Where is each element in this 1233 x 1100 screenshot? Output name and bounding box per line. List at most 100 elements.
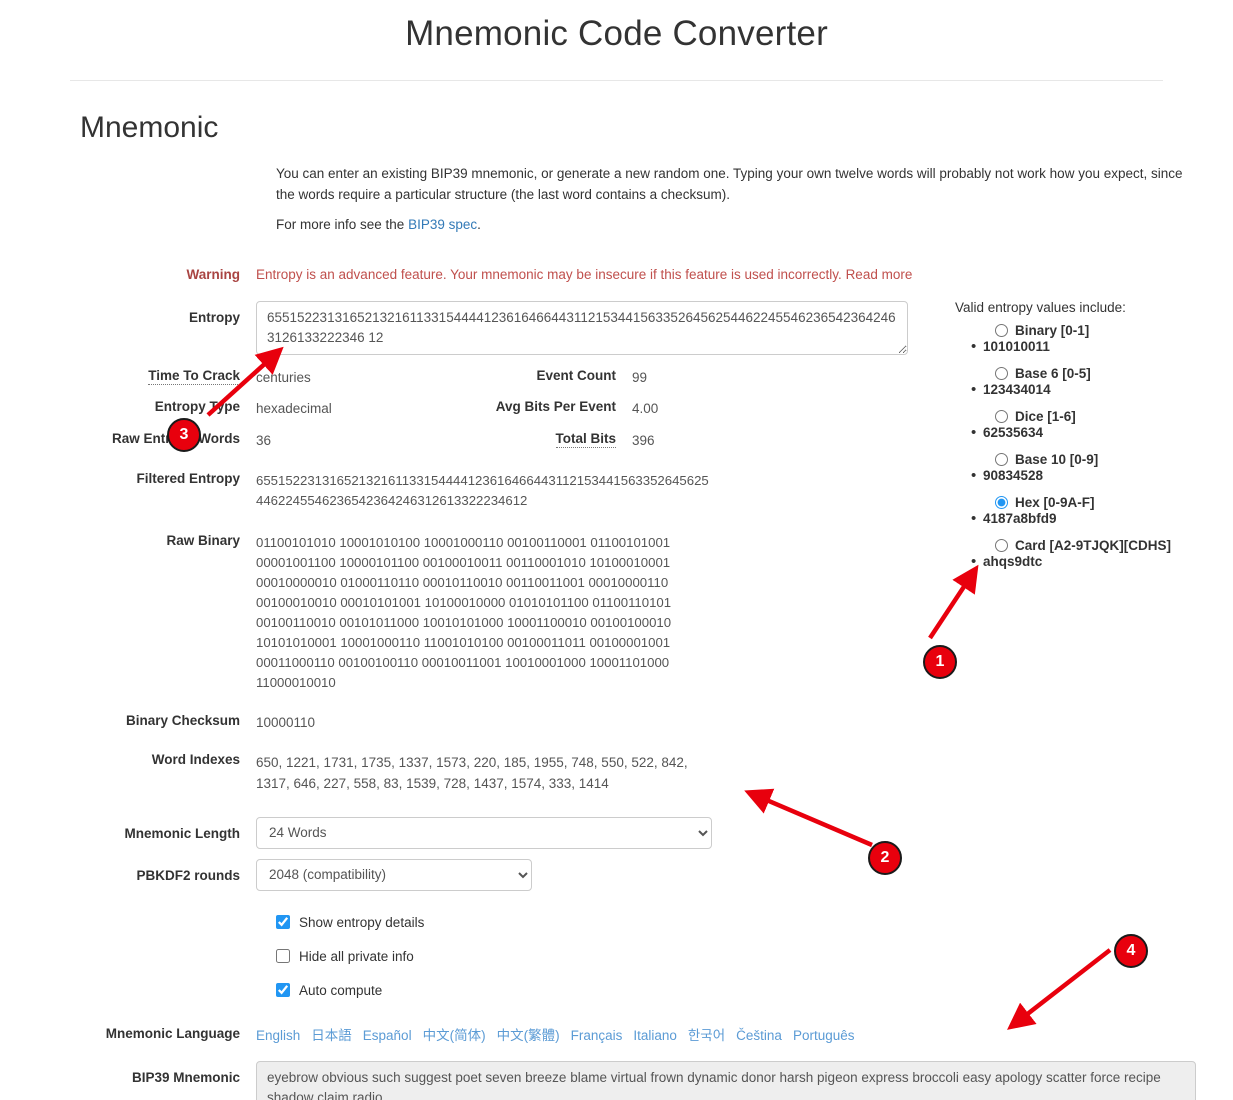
show-entropy-details-checkbox[interactable] <box>276 915 290 930</box>
entropy-format-example-row: • 62535634 <box>955 425 1230 440</box>
language-link-Português[interactable]: Português <box>793 1028 855 1043</box>
entropy-format-label-1: Base 6 [0-5] <box>1015 366 1091 381</box>
warning-label: Warning <box>186 266 241 282</box>
binary-checksum-row: Binary Checksum 10000110 <box>0 713 1233 733</box>
entropy-format-radio-4[interactable] <box>995 496 1008 509</box>
warning-row: Warning Entropy is an advanced feature. … <box>0 258 1233 285</box>
word-indexes-label: Word Indexes <box>151 751 240 767</box>
options-checkbox-group: Show entropy details Hide all private inf… <box>0 915 1233 998</box>
language-link-Italiano[interactable]: Italiano <box>633 1028 677 1043</box>
checkbox-row-show-entropy-details[interactable]: Show entropy details <box>0 915 1233 930</box>
bullet-icon: • <box>971 467 977 484</box>
entropy-format-radio-0[interactable] <box>995 324 1008 337</box>
word-indexes-value: 650, 1221, 1731, 1735, 1337, 1573, 220, … <box>256 754 688 792</box>
language-link-English[interactable]: English <box>256 1028 300 1043</box>
bullet-icon: • <box>971 553 977 570</box>
bullet-icon: • <box>971 338 977 355</box>
entropy-format-radio-2[interactable] <box>995 410 1008 423</box>
time-to-crack-label: Time To Crack <box>0 368 256 388</box>
entropy-input[interactable] <box>256 301 908 356</box>
entropy-format-example-5: ahqs9dtc <box>983 554 1043 569</box>
language-link-한국어[interactable]: 한국어 <box>688 1028 725 1043</box>
entropy-format-label-5: Card [A2-9TJQK][CDHS] <box>1015 538 1172 553</box>
entropy-format-option-5[interactable]: Card [A2-9TJQK][CDHS] <box>955 538 1230 553</box>
entropy-format-example-1: 123434014 <box>983 382 1051 397</box>
checkbox-row-auto-compute[interactable]: Auto compute <box>0 983 1233 998</box>
entropy-format-radio-3[interactable] <box>995 453 1008 466</box>
pbkdf2-rounds-select[interactable]: 2048 (compatibility) <box>256 858 532 891</box>
entropy-type-value: hexadecimal <box>256 401 332 417</box>
mnemonic-language-label: Mnemonic Language <box>105 1025 240 1041</box>
language-link-Français[interactable]: Français <box>571 1028 623 1043</box>
entropy-format-radio-1[interactable] <box>995 367 1008 380</box>
auto-compute-label: Auto compute <box>299 982 383 998</box>
raw-binary-line: 10101010001 10001000110 11001010100 0010… <box>256 635 671 651</box>
entropy-format-radio-5[interactable] <box>995 539 1008 552</box>
checkbox-row-hide-all-private-info[interactable]: Hide all private info <box>0 949 1233 964</box>
bip39-mnemonic-input[interactable] <box>256 1060 1196 1100</box>
entropy-format-example-row: • 101010011 <box>955 339 1230 354</box>
show-entropy-details-label: Show entropy details <box>299 914 425 930</box>
intro-block: You can enter an existing BIP39 mnemonic… <box>0 164 1215 236</box>
entropy-input-wrap <box>256 301 908 360</box>
entropy-format-example-row: • 90834528 <box>955 468 1230 483</box>
bip39-spec-link[interactable]: BIP39 spec <box>408 217 477 232</box>
entropy-format-group: Binary [0-1] • 101010011 <box>955 323 1230 354</box>
more-info-prefix: For more info see the <box>276 216 409 232</box>
entropy-format-option-2[interactable]: Dice [1-6] <box>955 409 1230 424</box>
language-link-Čeština[interactable]: Čeština <box>736 1028 782 1043</box>
event-count-value: 99 <box>632 370 648 386</box>
entropy-format-group: Dice [1-6] • 62535634 <box>955 409 1230 440</box>
entropy-format-option-1[interactable]: Base 6 [0-5] <box>955 366 1230 381</box>
entropy-format-option-3[interactable]: Base 10 [0-9] <box>955 452 1230 467</box>
mnemonic-length-label: Mnemonic Length <box>124 825 241 841</box>
raw-binary-label: Raw Binary <box>166 532 240 548</box>
language-link-Español[interactable]: Español <box>363 1028 412 1043</box>
warning-read-more-link[interactable]: Read more <box>846 267 913 282</box>
raw-binary-line: 00011000110 00100100110 00010011001 1001… <box>256 655 670 671</box>
language-link-中文(繁體)[interactable]: 中文(繁體) <box>497 1028 560 1043</box>
entropy-label: Entropy <box>188 310 240 326</box>
avg-bits-per-event-label: Avg Bits Per Event <box>495 399 616 415</box>
valid-entropy-panel: Valid entropy values include: Binary [0-… <box>955 300 1230 581</box>
bip39-mnemonic-label: BIP39 Mnemonic <box>131 1069 240 1085</box>
time-to-crack-label-text: Time To Crack <box>148 368 240 386</box>
more-info-line: For more info see the BIP39 spec. <box>276 215 1185 236</box>
entropy-format-example-row: • 4187a8bfd9 <box>955 511 1230 526</box>
mnemonic-length-select[interactable]: 3 Words6 Words9 Words12 Words15 Words18 … <box>256 816 712 849</box>
raw-binary-line: 00001001100 10000101100 00100010011 0011… <box>256 554 671 570</box>
entropy-format-options: Binary [0-1] • 101010011 Base 6 [0-5] • 12343… <box>955 323 1230 569</box>
page-root: Mnemonic Code Converter Mnemonic You can… <box>0 0 1233 1100</box>
hide-all-private-info-label: Hide all private info <box>299 948 414 964</box>
event-count-label: Event Count <box>536 368 617 384</box>
bullet-icon: • <box>971 424 977 441</box>
pbkdf2-row: PBKDF2 rounds 2048 (compatibility) <box>0 858 1233 891</box>
entropy-format-label-2: Dice [1-6] <box>1015 409 1076 424</box>
entropy-format-group: Card [A2-9TJQK][CDHS] • ahqs9dtc <box>955 538 1230 569</box>
entropy-format-option-0[interactable]: Binary [0-1] <box>955 323 1230 338</box>
mnemonic-language-links: English 日本語 Español 中文(简体) 中文(繁體) Français Ita… <box>256 1017 865 1045</box>
language-link-日本語[interactable]: 日本語 <box>311 1028 352 1043</box>
entropy-format-group: Base 6 [0-5] • 123434014 <box>955 366 1230 397</box>
entropy-format-option-4[interactable]: Hex [0-9A-F] <box>955 495 1230 510</box>
warning-text: Entropy is an advanced feature. Your mne… <box>256 266 846 282</box>
raw-binary-line: 00100010010 00010101001 10100010000 0101… <box>256 595 672 611</box>
entropy-format-example-2: 62535634 <box>983 425 1044 440</box>
warning-message: Entropy is an advanced feature. Your mne… <box>256 258 912 285</box>
bullet-icon: • <box>971 381 977 398</box>
raw-binary-line: 00010000010 01000110110 00010110010 0011… <box>256 575 669 591</box>
mnemonic-length-row: Mnemonic Length 3 Words6 Words9 Words12 … <box>0 816 1233 849</box>
bip39-mnemonic-row: BIP39 Mnemonic <box>0 1060 1233 1100</box>
entropy-format-example-row: • ahqs9dtc <box>955 554 1230 569</box>
raw-entropy-words-value: 36 <box>256 432 272 448</box>
more-info-suffix: . <box>477 216 481 232</box>
word-indexes-row: Word Indexes 650, 1221, 1731, 1735, 1337… <box>0 752 1233 795</box>
language-link-中文(简体)[interactable]: 中文(简体) <box>423 1028 486 1043</box>
raw-binary-value: 01100101010 10001010100 10001000110 0010… <box>256 533 671 694</box>
total-bits-label: Total Bits <box>452 430 632 451</box>
auto-compute-checkbox[interactable] <box>276 983 290 998</box>
filtered-entropy-label: Filtered Entropy <box>136 470 240 486</box>
hide-all-private-info-checkbox[interactable] <box>276 949 290 964</box>
time-to-crack-value: centuries <box>256 370 311 386</box>
entropy-format-label-3: Base 10 [0-9] <box>1015 452 1099 467</box>
